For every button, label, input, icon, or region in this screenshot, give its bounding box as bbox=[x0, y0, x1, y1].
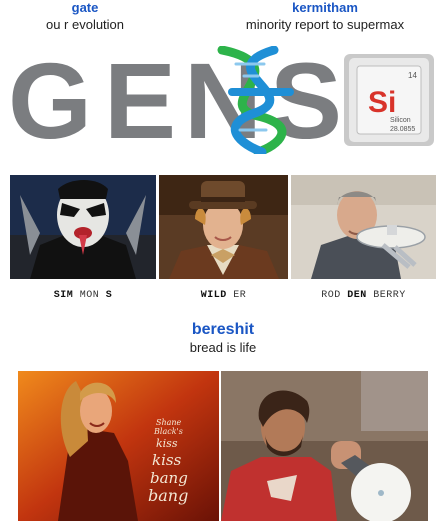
entry-gate: gate ou r evolution bbox=[40, 0, 130, 33]
label-part: S bbox=[105, 290, 113, 301]
label-part: MON bbox=[73, 290, 106, 301]
man-flashlight-image bbox=[221, 371, 428, 521]
logo-letter-e: E bbox=[104, 46, 176, 154]
label-part: ER bbox=[226, 290, 247, 301]
entry-kermitham: kermitham minority report to supermax bbox=[230, 0, 420, 33]
silicon-element-tile: 14 Si Silicon 28.0855 bbox=[344, 54, 434, 146]
poster-title-line: bang bbox=[148, 486, 188, 505]
man-flashlight-photo[interactable] bbox=[221, 371, 428, 521]
poster-credit-line: Shane bbox=[156, 418, 182, 427]
portrait-photo-wilder[interactable] bbox=[159, 175, 288, 279]
entry-caption: minority report to supermax bbox=[245, 17, 405, 32]
portrait-name-label-wilder: WILD ER bbox=[159, 290, 288, 301]
element-symbol: Si bbox=[368, 86, 396, 119]
portrait-photo-simmons[interactable] bbox=[10, 175, 156, 279]
label-part: SIM bbox=[53, 290, 74, 301]
label-part: WILD bbox=[200, 290, 227, 301]
poster-title-line: kiss bbox=[152, 451, 182, 469]
element-number: 14 bbox=[408, 71, 417, 80]
entry-caption: ou r evolution bbox=[45, 17, 125, 32]
username-link[interactable]: kermitham bbox=[230, 0, 420, 16]
poster-title-line: bang bbox=[150, 469, 188, 487]
element-name: Silicon bbox=[390, 117, 411, 124]
username-link[interactable]: bereshit bbox=[150, 320, 296, 339]
portrait-name-label-simmons: SIM MON S bbox=[10, 290, 156, 301]
genes-logo-image[interactable]: G E N S 14 Si Silicon 28.0855 bbox=[8, 46, 438, 154]
label-part: DEN bbox=[347, 290, 367, 301]
logo-letter-g: G bbox=[8, 46, 92, 154]
portrait-wilder-image bbox=[159, 175, 288, 279]
portrait-photo-roddenberry[interactable] bbox=[291, 175, 436, 279]
portrait-simmons-image bbox=[10, 175, 156, 279]
movie-poster-photo[interactable]: Shane Black's kiss kiss bang bang bbox=[18, 371, 219, 521]
username-link[interactable]: gate bbox=[40, 0, 130, 16]
element-mass: 28.0855 bbox=[390, 126, 415, 133]
label-part: ROD bbox=[321, 290, 348, 301]
portrait-roddenberry-image bbox=[291, 175, 436, 279]
label-part: BERRY bbox=[366, 290, 406, 301]
movie-poster-image: Shane Black's kiss kiss bang bang bbox=[18, 371, 219, 521]
poster-title-line: kiss bbox=[156, 437, 178, 450]
portrait-name-label-roddenberry: ROD DEN BERRY bbox=[291, 290, 436, 301]
poster-credit-line: Black's bbox=[153, 427, 183, 436]
entry-bereshit: bereshit bread is life bbox=[150, 320, 296, 356]
entry-caption: bread is life bbox=[189, 340, 257, 355]
